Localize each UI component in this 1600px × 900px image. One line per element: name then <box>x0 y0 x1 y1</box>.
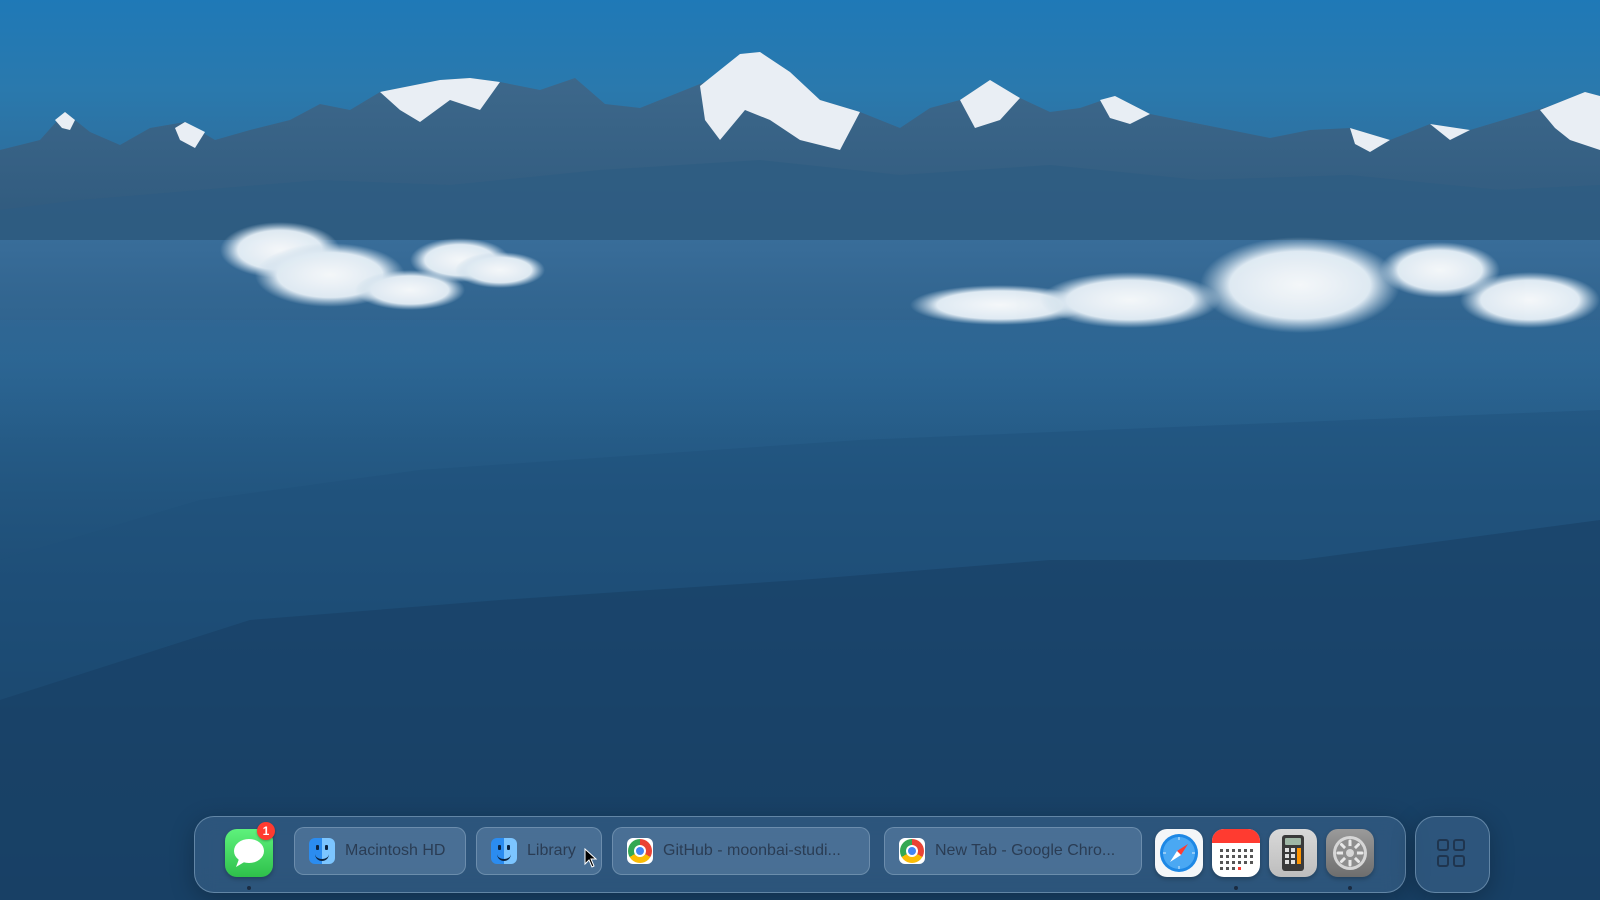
window-title: Macintosh HD <box>345 842 446 859</box>
dock-window-new-tab[interactable]: New Tab - Google Chro... <box>884 827 1142 875</box>
dock-app-system-settings[interactable] <box>1326 829 1374 890</box>
desktop-wallpaper <box>0 0 1600 900</box>
notification-badge: 1 <box>257 822 275 840</box>
mountain-landscape <box>0 52 1600 900</box>
finder-icon <box>309 838 335 864</box>
app-grid-icon[interactable] <box>1437 839 1465 867</box>
finder-icon <box>491 838 517 864</box>
chrome-icon <box>627 838 653 864</box>
calendar-icon <box>1212 829 1260 877</box>
window-title: New Tab - Google Chro... <box>935 842 1116 859</box>
dock-app-calculator[interactable] <box>1269 829 1317 877</box>
safari-icon <box>1155 829 1203 877</box>
system-settings-icon <box>1326 829 1374 877</box>
running-indicator <box>1234 886 1238 890</box>
running-indicator <box>247 886 251 890</box>
mouse-cursor-icon <box>584 848 598 868</box>
dock-window-github[interactable]: GitHub - moonbai-studi... <box>612 827 870 875</box>
dock-window-macintosh-hd[interactable]: Macintosh HD <box>294 827 466 875</box>
dock-app-messages[interactable]: 1 <box>225 822 275 890</box>
dock-app-calendar[interactable] <box>1212 829 1260 890</box>
dock-app-safari[interactable] <box>1155 829 1203 877</box>
window-title: GitHub - moonbai-studi... <box>663 842 841 859</box>
running-indicator <box>1348 886 1352 890</box>
calculator-icon <box>1269 829 1317 877</box>
window-title: Library <box>527 842 576 859</box>
chrome-icon <box>899 838 925 864</box>
